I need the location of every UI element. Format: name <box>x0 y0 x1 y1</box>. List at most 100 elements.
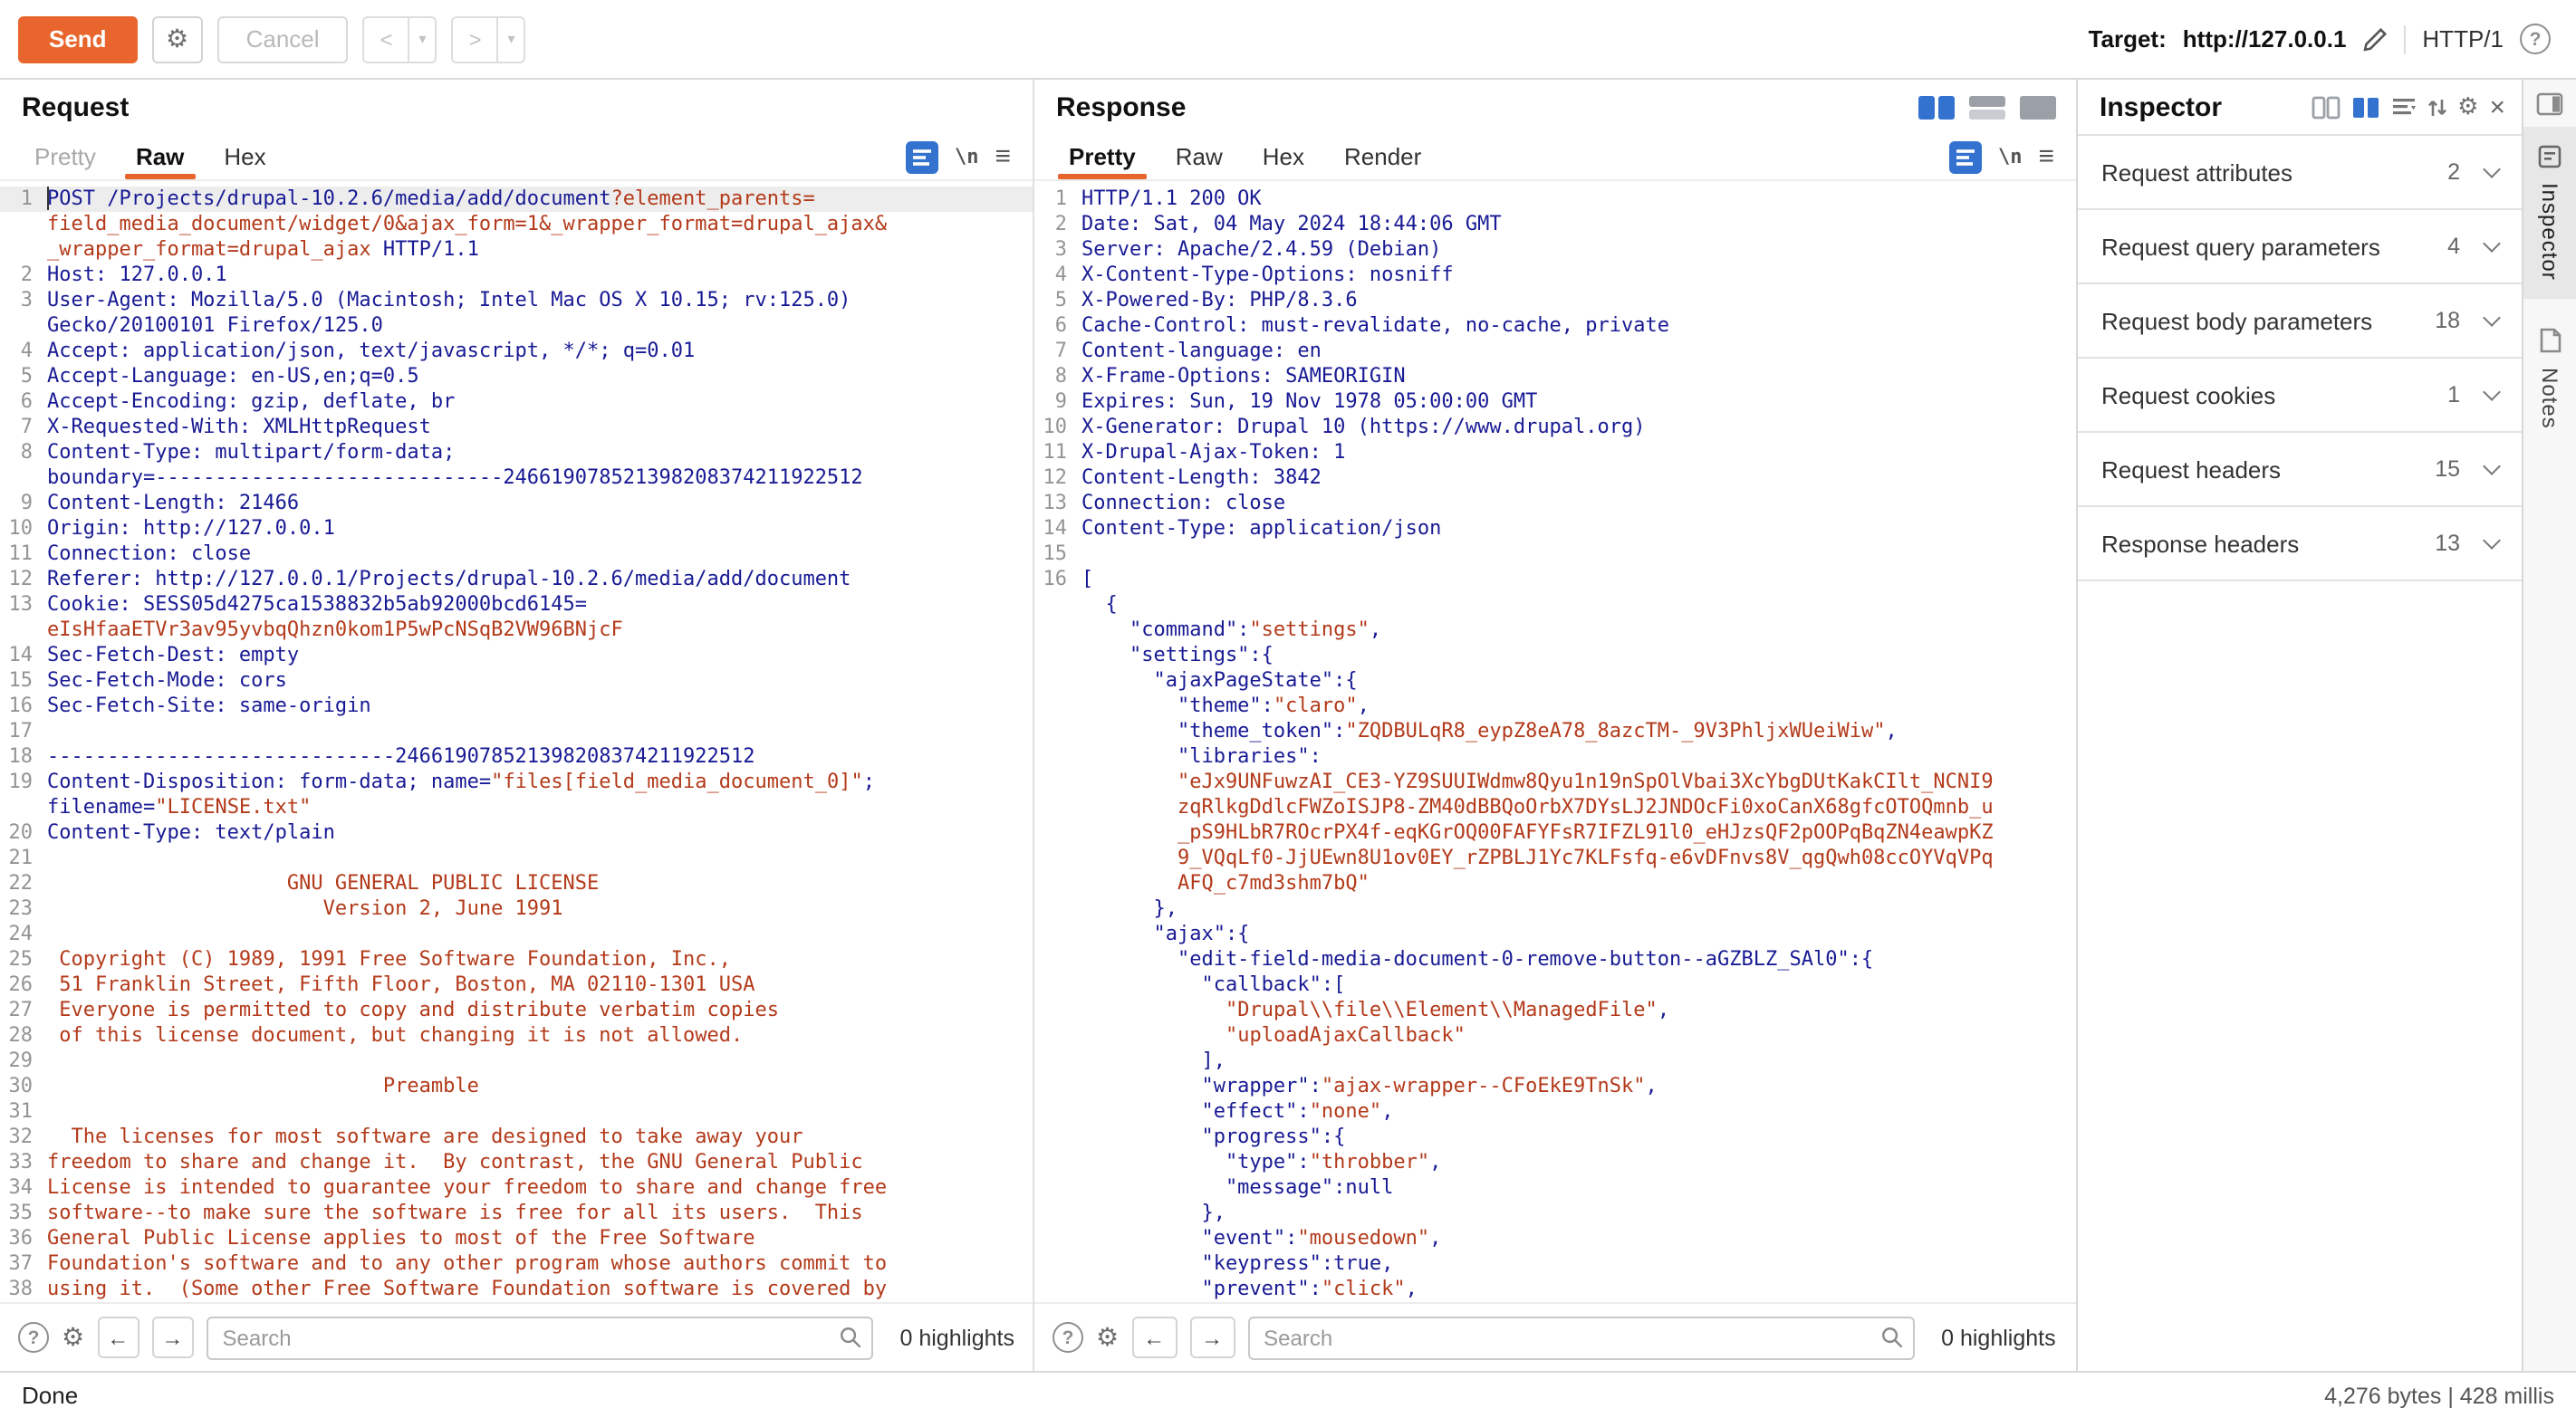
tab-hex[interactable]: Hex <box>1243 134 1324 179</box>
next-match-button[interactable]: → <box>1189 1317 1235 1358</box>
close-icon[interactable]: × <box>2489 93 2505 120</box>
chevron-down-icon <box>2483 456 2501 474</box>
tab-raw[interactable]: Raw <box>116 134 204 179</box>
hamburger-menu-icon[interactable]: ≡ <box>2038 141 2054 172</box>
code-line: 14Sec-Fetch-Dest: empty <box>0 643 1033 668</box>
inspector-section-request-headers[interactable]: Request headers15 <box>2078 433 2522 507</box>
inspector-section-request-query-parameters[interactable]: Request query parameters4 <box>2078 210 2522 284</box>
history-back-button[interactable]: < <box>363 15 410 62</box>
inspector-section-list: Request attributes2Request query paramet… <box>2078 134 2522 581</box>
line-number <box>0 212 47 237</box>
target-label: Target: <box>2089 25 2167 53</box>
line-number: 9 <box>1034 389 1081 415</box>
prev-match-button[interactable]: ← <box>97 1317 139 1358</box>
gear-icon[interactable]: ⚙ <box>2457 92 2478 121</box>
prev-match-button[interactable]: ← <box>1131 1317 1177 1358</box>
search-help-icon[interactable]: ? <box>1053 1322 1083 1353</box>
history-forward-button[interactable]: > <box>452 15 499 62</box>
cancel-button[interactable]: Cancel <box>217 15 349 62</box>
code-line: 21 <box>0 846 1033 871</box>
code-line: 9Expires: Sun, 19 Nov 1978 05:00:00 GMT <box>1034 389 2076 415</box>
inspector-section-request-cookies[interactable]: Request cookies1 <box>2078 359 2522 433</box>
inspector-section-request-attributes[interactable]: Request attributes2 <box>2078 136 2522 210</box>
toolbar-target-area: Target: http://127.0.0.1 HTTP/1 ? <box>2089 24 2551 54</box>
code-line: 11Connection: close <box>0 541 1033 567</box>
help-icon[interactable]: ? <box>2520 24 2551 54</box>
line-number: 14 <box>1034 516 1081 541</box>
search-settings-gear-icon[interactable]: ⚙ <box>1096 1322 1119 1353</box>
tab-pretty[interactable]: Pretty <box>14 134 116 179</box>
history-back-dropdown-icon[interactable]: ▾ <box>410 15 437 62</box>
code-line: "ajaxPageState":{ <box>1034 668 2076 694</box>
chevron-down-icon <box>2483 234 2501 252</box>
layout-rows-icon[interactable] <box>1967 93 2007 120</box>
response-editor[interactable]: 1HTTP/1.1 200 OK2Date: Sat, 04 May 2024 … <box>1034 181 2076 1302</box>
inspector-section-response-headers[interactable]: Response headers13 <box>2078 507 2522 581</box>
sort-icon[interactable] <box>2427 95 2446 119</box>
line-number: 26 <box>0 972 47 998</box>
line-number: 16 <box>0 694 47 719</box>
line-number <box>1034 998 1081 1023</box>
code-line: "ajax":{ <box>1034 922 2076 947</box>
layout-columns-icon[interactable] <box>1917 93 1956 120</box>
hamburger-menu-icon[interactable]: ≡ <box>995 141 1011 172</box>
edit-target-icon[interactable] <box>2362 26 2388 52</box>
layout-single-icon[interactable] <box>2018 93 2058 120</box>
code-line: "eJx9UNFuwzAI_CE3-YZ9SUUIWdmw8Qyu1n19nSp… <box>1034 770 2076 795</box>
inspector-view-columns-icon[interactable] <box>2311 95 2340 119</box>
pretty-format-icon[interactable] <box>1949 140 1982 173</box>
code-line: "theme_token":"ZQDBULqR8_eypZ8eA78_8azcT… <box>1034 719 2076 744</box>
code-line: 33freedom to share and change it. By con… <box>0 1150 1033 1175</box>
code-line: 25 Copyright (C) 1989, 1991 Free Softwar… <box>0 947 1033 972</box>
show-newlines-icon[interactable]: \n <box>955 145 979 168</box>
code-line: "event":"mousedown", <box>1034 1226 2076 1251</box>
line-number <box>1034 1175 1081 1201</box>
request-tab-icons: \n ≡ <box>906 134 1018 179</box>
code-line: 4Accept: application/json, text/javascri… <box>0 339 1033 364</box>
show-newlines-icon[interactable]: \n <box>1998 145 2023 168</box>
code-line: "theme":"claro", <box>1034 694 2076 719</box>
inspector-section-label: Response headers <box>2101 530 2299 557</box>
search-field-wrap <box>1247 1316 1914 1359</box>
code-line: 1POST /Projects/drupal-10.2.6/media/add/… <box>0 187 1033 212</box>
search-help-icon[interactable]: ? <box>18 1322 49 1353</box>
response-search-input[interactable] <box>1247 1316 1914 1359</box>
line-number: 36 <box>0 1226 47 1251</box>
pretty-format-icon[interactable] <box>906 140 938 173</box>
tab-hex[interactable]: Hex <box>204 134 285 179</box>
send-button[interactable]: Send <box>18 15 138 62</box>
side-tab-notes[interactable]: Notes <box>2523 310 2576 447</box>
tab-pretty[interactable]: Pretty <box>1049 134 1156 179</box>
dock-panel-icon[interactable] <box>2536 92 2563 116</box>
collapse-all-icon[interactable] <box>2390 95 2416 119</box>
line-number <box>1034 1201 1081 1226</box>
request-search-input[interactable] <box>207 1316 873 1359</box>
next-match-button[interactable]: → <box>151 1317 193 1358</box>
code-line: 32 The licenses for most software are de… <box>0 1125 1033 1150</box>
side-tab-inspector-label: Inspector <box>2537 183 2562 281</box>
side-tab-inspector[interactable]: Inspector <box>2523 127 2576 299</box>
inspector-section-request-body-parameters[interactable]: Request body parameters18 <box>2078 284 2522 359</box>
history-forward-dropdown-icon[interactable]: ▾ <box>499 15 526 62</box>
send-settings-button[interactable]: ⚙ <box>152 15 203 62</box>
code-line: 16Sec-Fetch-Site: same-origin <box>0 694 1033 719</box>
request-editor[interactable]: 1POST /Projects/drupal-10.2.6/media/add/… <box>0 181 1033 1302</box>
line-number: 9 <box>0 491 47 516</box>
inspector-panel: Inspector ⚙ × <box>2076 80 2522 1371</box>
toolbar-divider <box>2404 24 2406 53</box>
request-searchbar: ? ⚙ ← → 0 highlights <box>0 1302 1033 1371</box>
tab-raw[interactable]: Raw <box>1156 134 1243 179</box>
line-number: 25 <box>0 947 47 972</box>
tab-render[interactable]: Render <box>1324 134 1441 179</box>
code-line: "libraries": <box>1034 744 2076 770</box>
line-number: 3 <box>1034 237 1081 263</box>
inspector-view-rows-icon[interactable] <box>2350 95 2379 119</box>
code-line: eIsHfaaETVr3av95yvbqQhzn0kom1P5wPcNSqB2V… <box>0 618 1033 643</box>
search-settings-gear-icon[interactable]: ⚙ <box>62 1322 84 1353</box>
code-line: 23 Version 2, June 1991 <box>0 896 1033 922</box>
line-number: 12 <box>0 567 47 592</box>
line-number: 4 <box>0 339 47 364</box>
line-number: 10 <box>1034 415 1081 440</box>
line-number: 20 <box>0 820 47 846</box>
line-number <box>1034 668 1081 694</box>
